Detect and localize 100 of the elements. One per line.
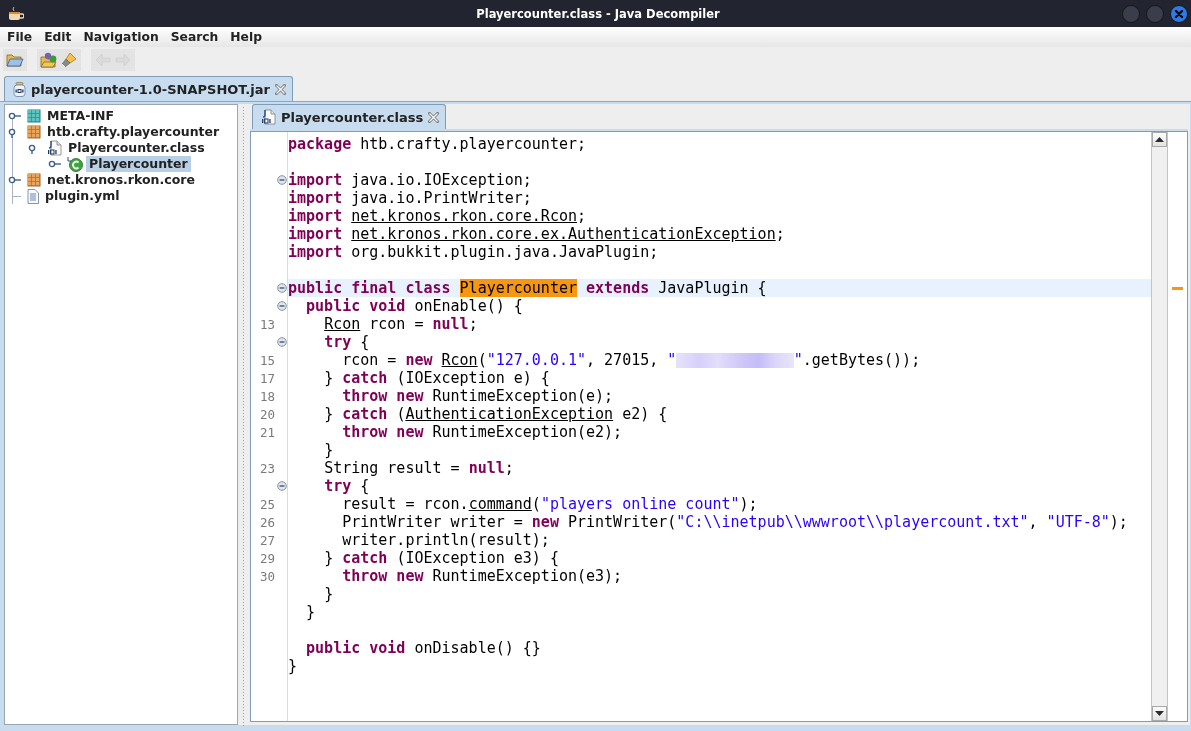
splitter-grip[interactable] <box>241 106 245 727</box>
code-text: PrintWriter writer = <box>342 513 523 531</box>
arrow-down-icon <box>1155 711 1164 716</box>
code-link[interactable]: command <box>468 495 532 513</box>
code-text: ; <box>775 225 785 243</box>
search-button[interactable] <box>59 50 79 70</box>
arrow-up-icon <box>1155 137 1164 142</box>
code-text: rcon = <box>342 351 397 369</box>
code-link[interactable]: AuthenticationException <box>405 405 614 423</box>
code-keyword: null <box>468 459 505 477</box>
code-keyword: throw new <box>342 567 424 585</box>
code-text: ); <box>739 495 758 513</box>
close-icon <box>1174 8 1184 19</box>
menu-item[interactable]: Edit <box>38 29 78 45</box>
tree-item[interactable]: net.kronos.rkon.core <box>44 172 198 188</box>
code-keyword: package <box>288 135 352 153</box>
file-tab[interactable]: playercounter-1.0-SNAPSHOT.jar <box>4 76 293 101</box>
package-icon <box>27 125 41 139</box>
code-string: " <box>793 351 803 369</box>
folder-spheres-icon <box>40 52 58 68</box>
code-text: } <box>324 441 334 459</box>
collapse-icon[interactable] <box>276 175 287 185</box>
highlighted-code: Playercounter <box>459 279 577 297</box>
app-cup-icon <box>8 6 24 21</box>
code-link[interactable]: net.kronos.rkon.core.ex.AuthenticationException <box>351 225 776 243</box>
code-keyword: throw new <box>342 423 424 441</box>
line-number: 13 <box>259 316 275 332</box>
package-icon <box>27 173 41 187</box>
class-file-icon <box>47 140 62 156</box>
line-number: 29 <box>259 550 275 566</box>
code-keyword: throw new <box>342 387 424 405</box>
menu-item[interactable]: Navigation <box>77 29 165 45</box>
code-text: ( <box>531 495 541 513</box>
code-keyword: new <box>405 351 433 369</box>
line-number: 20 <box>259 406 275 422</box>
code-text: java.io.PrintWriter; <box>351 189 532 207</box>
collapse-icon[interactable] <box>276 283 287 293</box>
code-keyword: import <box>288 225 343 243</box>
match-marker-icon[interactable] <box>1172 287 1183 290</box>
code-text: onDisable() {} <box>414 639 541 657</box>
menu-item[interactable]: File <box>1 29 39 45</box>
vertical-scrollbar[interactable] <box>1151 132 1168 721</box>
code-keyword: public void <box>306 297 406 315</box>
code-text: java.io.IOException; <box>351 171 532 189</box>
menu-item[interactable]: Search <box>164 29 225 45</box>
close-button[interactable] <box>1170 4 1188 23</box>
tab-close-icon[interactable] <box>428 111 440 123</box>
code-text: rcon = <box>369 315 424 333</box>
code-text: RuntimeException(e); <box>432 387 614 405</box>
tab-close-icon[interactable] <box>274 83 286 95</box>
code-keyword: extends <box>586 279 650 297</box>
code-text: , <box>1028 513 1038 531</box>
code-keyword: catch <box>342 549 388 567</box>
line-number: 27 <box>259 532 275 548</box>
code-text: } <box>288 657 298 675</box>
line-number: 18 <box>259 388 275 404</box>
collapse-icon[interactable] <box>276 301 287 311</box>
code-keyword: catch <box>342 369 388 387</box>
code-text: (IOException e) { <box>396 369 550 387</box>
code-string: " <box>667 351 677 369</box>
code-link[interactable]: net.kronos.rkon.core.Rcon <box>351 207 577 225</box>
code-text: onEnable() { <box>414 297 523 315</box>
code-text: } <box>324 369 334 387</box>
editor-tab[interactable]: Playercounter.class <box>252 104 447 129</box>
scroll-up-button[interactable] <box>1152 132 1167 147</box>
code-keyword: try <box>324 333 352 351</box>
menu-item[interactable]: Help <box>224 29 268 45</box>
collapse-icon[interactable] <box>276 481 287 491</box>
code-string: "players online count" <box>540 495 740 513</box>
open-folder-icon <box>6 53 24 67</box>
code-keyword: catch <box>342 405 388 423</box>
code-text: { <box>360 333 370 351</box>
code-link[interactable]: Rcon <box>324 315 361 333</box>
code-string: "C:\\inetpub\\wwwroot\\playercount.txt" <box>676 513 1029 531</box>
expand-handle-icon[interactable] <box>8 110 22 122</box>
code-text: { <box>360 477 370 495</box>
code-text: e2) { <box>622 405 668 423</box>
code-link[interactable]: Rcon <box>441 351 478 369</box>
tree-item[interactable]: plugin.yml <box>42 188 123 204</box>
folder-grid-icon <box>27 109 41 123</box>
code-text: } <box>324 549 334 567</box>
line-number: 26 <box>259 514 275 530</box>
line-number: 15 <box>259 352 275 368</box>
code-keyword: import <box>288 189 343 207</box>
code-text: } <box>324 405 334 423</box>
flashlight-icon <box>61 52 77 68</box>
code-text: result = rcon. <box>342 495 469 513</box>
open-type-button[interactable] <box>39 50 59 70</box>
tree-item[interactable]: htb.crafty.playercounter <box>44 124 223 140</box>
code-text: PrintWriter( <box>567 513 677 531</box>
code-text: ; <box>577 207 587 225</box>
expand-handle-icon[interactable] <box>8 174 22 186</box>
code-text: ( <box>396 405 406 423</box>
tree-item[interactable]: META-INF <box>44 108 118 124</box>
collapse-icon[interactable] <box>276 337 287 347</box>
scroll-down-button[interactable] <box>1152 706 1167 721</box>
expand-handle-icon[interactable] <box>48 158 62 170</box>
tree-item[interactable]: Playercounter.class <box>65 140 208 156</box>
tree-item[interactable]: Playercounter <box>86 156 191 172</box>
line-number: 23 <box>259 460 275 476</box>
